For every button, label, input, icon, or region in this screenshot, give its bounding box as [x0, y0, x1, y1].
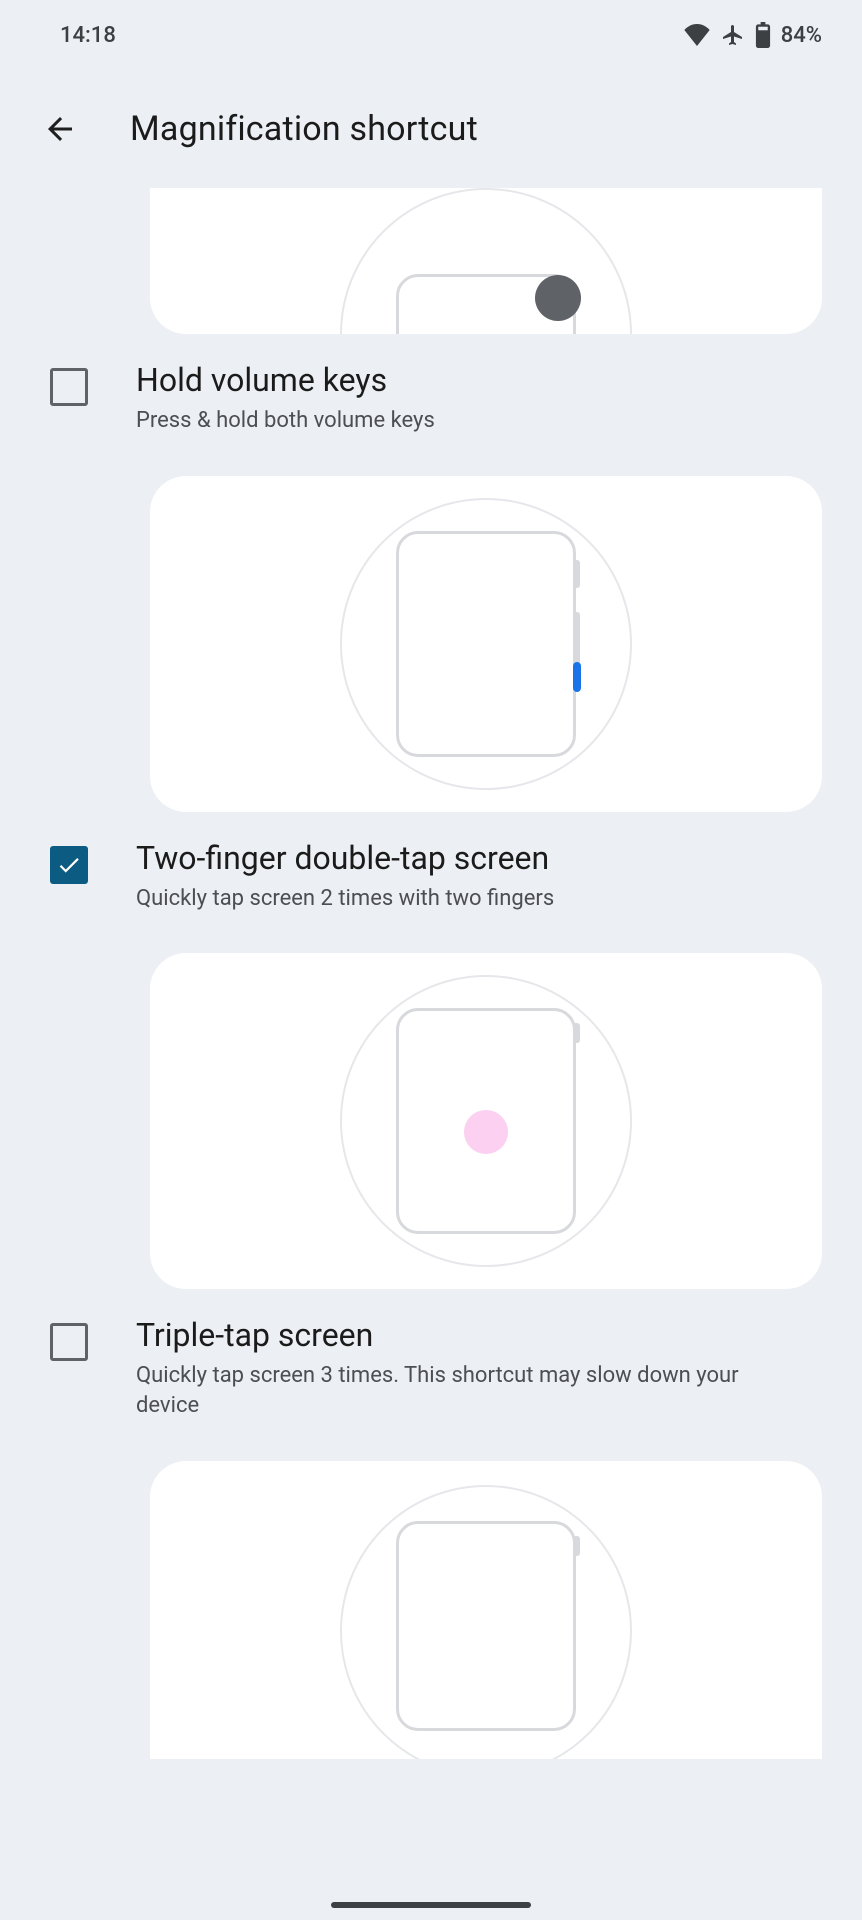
status-icons: 84% [683, 22, 822, 48]
option-subtitle: Quickly tap screen 2 times with two fing… [136, 884, 802, 914]
battery-icon [755, 22, 771, 48]
option-triple-tap[interactable]: Triple-tap screen Quickly tap screen 3 t… [0, 1315, 862, 1420]
illustration-hold-volume [150, 476, 822, 812]
page-title: Magnification shortcut [130, 109, 478, 149]
gesture-nav-bar[interactable] [331, 1902, 531, 1908]
option-hold-volume[interactable]: Hold volume keys Press & hold both volum… [0, 360, 862, 436]
airplane-icon [721, 23, 745, 47]
check-icon [56, 852, 82, 878]
option-subtitle: Press & hold both volume keys [136, 406, 802, 436]
wifi-icon [683, 24, 711, 46]
illustration-prev [150, 188, 822, 334]
option-two-finger[interactable]: Two-finger double-tap screen Quickly tap… [0, 838, 862, 914]
illustration-triple-tap [150, 1461, 822, 1759]
status-time: 14:18 [60, 23, 116, 48]
option-title: Triple-tap screen [136, 1315, 802, 1355]
checkbox-triple-tap[interactable] [50, 1323, 88, 1361]
battery-percent: 84% [781, 23, 822, 48]
checkbox-two-finger[interactable] [50, 846, 88, 884]
status-bar: 14:18 84% [0, 0, 862, 70]
option-title: Two-finger double-tap screen [136, 838, 802, 878]
app-bar: Magnification shortcut [0, 70, 862, 188]
illustration-two-finger [150, 953, 822, 1289]
option-title: Hold volume keys [136, 360, 802, 400]
back-button[interactable] [30, 99, 90, 159]
option-subtitle: Quickly tap screen 3 times. This shortcu… [136, 1361, 802, 1420]
checkbox-hold-volume[interactable] [50, 368, 88, 406]
content-scroll[interactable]: Hold volume keys Press & hold both volum… [0, 188, 862, 1759]
arrow-back-icon [42, 111, 78, 147]
